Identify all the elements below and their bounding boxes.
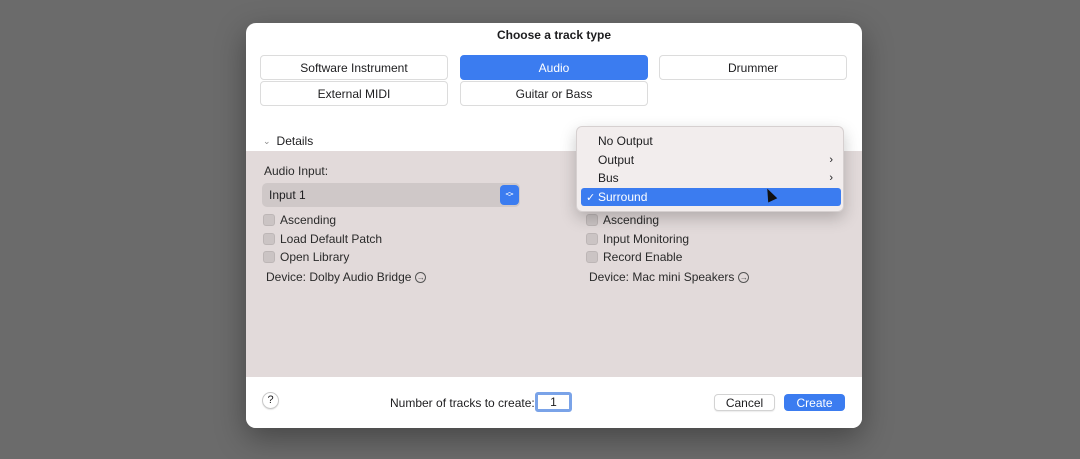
audio-input-popup[interactable]: Input 1 ︿ ﹀	[262, 183, 520, 207]
track-type-audio[interactable]: Audio	[460, 55, 648, 80]
chevron-right-icon: ›	[829, 172, 833, 184]
menu-item-surround[interactable]: ✓ Surround	[581, 188, 841, 206]
checkbox-box[interactable]	[586, 214, 598, 226]
checkbox-label: Load Default Patch	[280, 232, 383, 246]
device-right: Device: Mac mini Speakers →	[589, 270, 750, 284]
go-arrow-icon[interactable]: →	[738, 271, 750, 283]
num-tracks-label: Number of tracks to create:	[390, 396, 535, 410]
checkbox-ascending-right[interactable]: Ascending	[586, 213, 659, 227]
checkbox-label: Ascending	[280, 213, 337, 227]
track-type-guitar-or-bass[interactable]: Guitar or Bass	[460, 81, 648, 106]
up-down-arrows-icon: ︿ ﹀	[500, 185, 519, 205]
checkbox-open-library[interactable]: Open Library	[263, 250, 349, 264]
menu-item-output[interactable]: Output ›	[581, 151, 841, 169]
chevron-down-icon: ⌄	[263, 135, 271, 146]
audio-input-label: Audio Input:	[264, 164, 329, 178]
track-type-external-midi[interactable]: External MIDI	[260, 81, 448, 106]
menu-item-bus[interactable]: Bus ›	[581, 169, 841, 187]
checkbox-label: Ascending	[603, 213, 660, 227]
details-disclosure[interactable]: ⌄ Details	[263, 134, 313, 148]
output-popup-menu: No Output Output › Bus › ✓ Surround	[576, 126, 844, 212]
checkmark-icon: ✓	[586, 191, 596, 204]
checkbox-ascending-left[interactable]: Ascending	[263, 213, 336, 227]
checkbox-label: Input Monitoring	[603, 232, 690, 246]
chevron-right-icon: ›	[829, 154, 833, 166]
dialog-title: Choose a track type	[496, 28, 612, 42]
checkbox-load-default-patch[interactable]: Load Default Patch	[263, 232, 382, 246]
go-arrow-icon[interactable]: →	[415, 271, 427, 283]
dialog-footer: ? Number of tracks to create: 1 Cancel C…	[246, 377, 862, 428]
help-button[interactable]: ?	[262, 392, 279, 409]
device-left-label: Device: Dolby Audio Bridge	[266, 270, 412, 284]
track-type-software-instrument[interactable]: Software Instrument	[260, 55, 448, 80]
checkbox-record-enable[interactable]: Record Enable	[586, 250, 682, 264]
checkbox-label: Open Library	[280, 250, 350, 264]
track-type-drummer[interactable]: Drummer	[659, 55, 847, 80]
create-button[interactable]: Create	[784, 394, 845, 411]
menu-item-label: Output	[598, 153, 635, 167]
checkbox-box[interactable]	[263, 251, 275, 263]
track-type-dialog: Choose a track type Software Instrument …	[246, 23, 862, 428]
checkbox-box[interactable]	[586, 233, 598, 245]
menu-item-label: No Output	[598, 134, 653, 148]
checkbox-box[interactable]	[586, 251, 598, 263]
checkbox-box[interactable]	[263, 214, 275, 226]
device-right-label: Device: Mac mini Speakers	[589, 270, 735, 284]
menu-item-label: Bus	[598, 171, 619, 185]
checkbox-box[interactable]	[263, 233, 275, 245]
cancel-button[interactable]: Cancel	[714, 394, 775, 411]
details-label: Details	[276, 134, 314, 148]
checkbox-input-monitoring[interactable]: Input Monitoring	[586, 232, 689, 246]
checkbox-label: Record Enable	[603, 250, 683, 264]
audio-input-value: Input 1	[269, 188, 306, 202]
device-left: Device: Dolby Audio Bridge →	[266, 270, 427, 284]
menu-item-no-output[interactable]: No Output	[581, 132, 841, 150]
num-tracks-input[interactable]: 1	[535, 392, 572, 412]
menu-item-label: Surround	[598, 190, 648, 204]
